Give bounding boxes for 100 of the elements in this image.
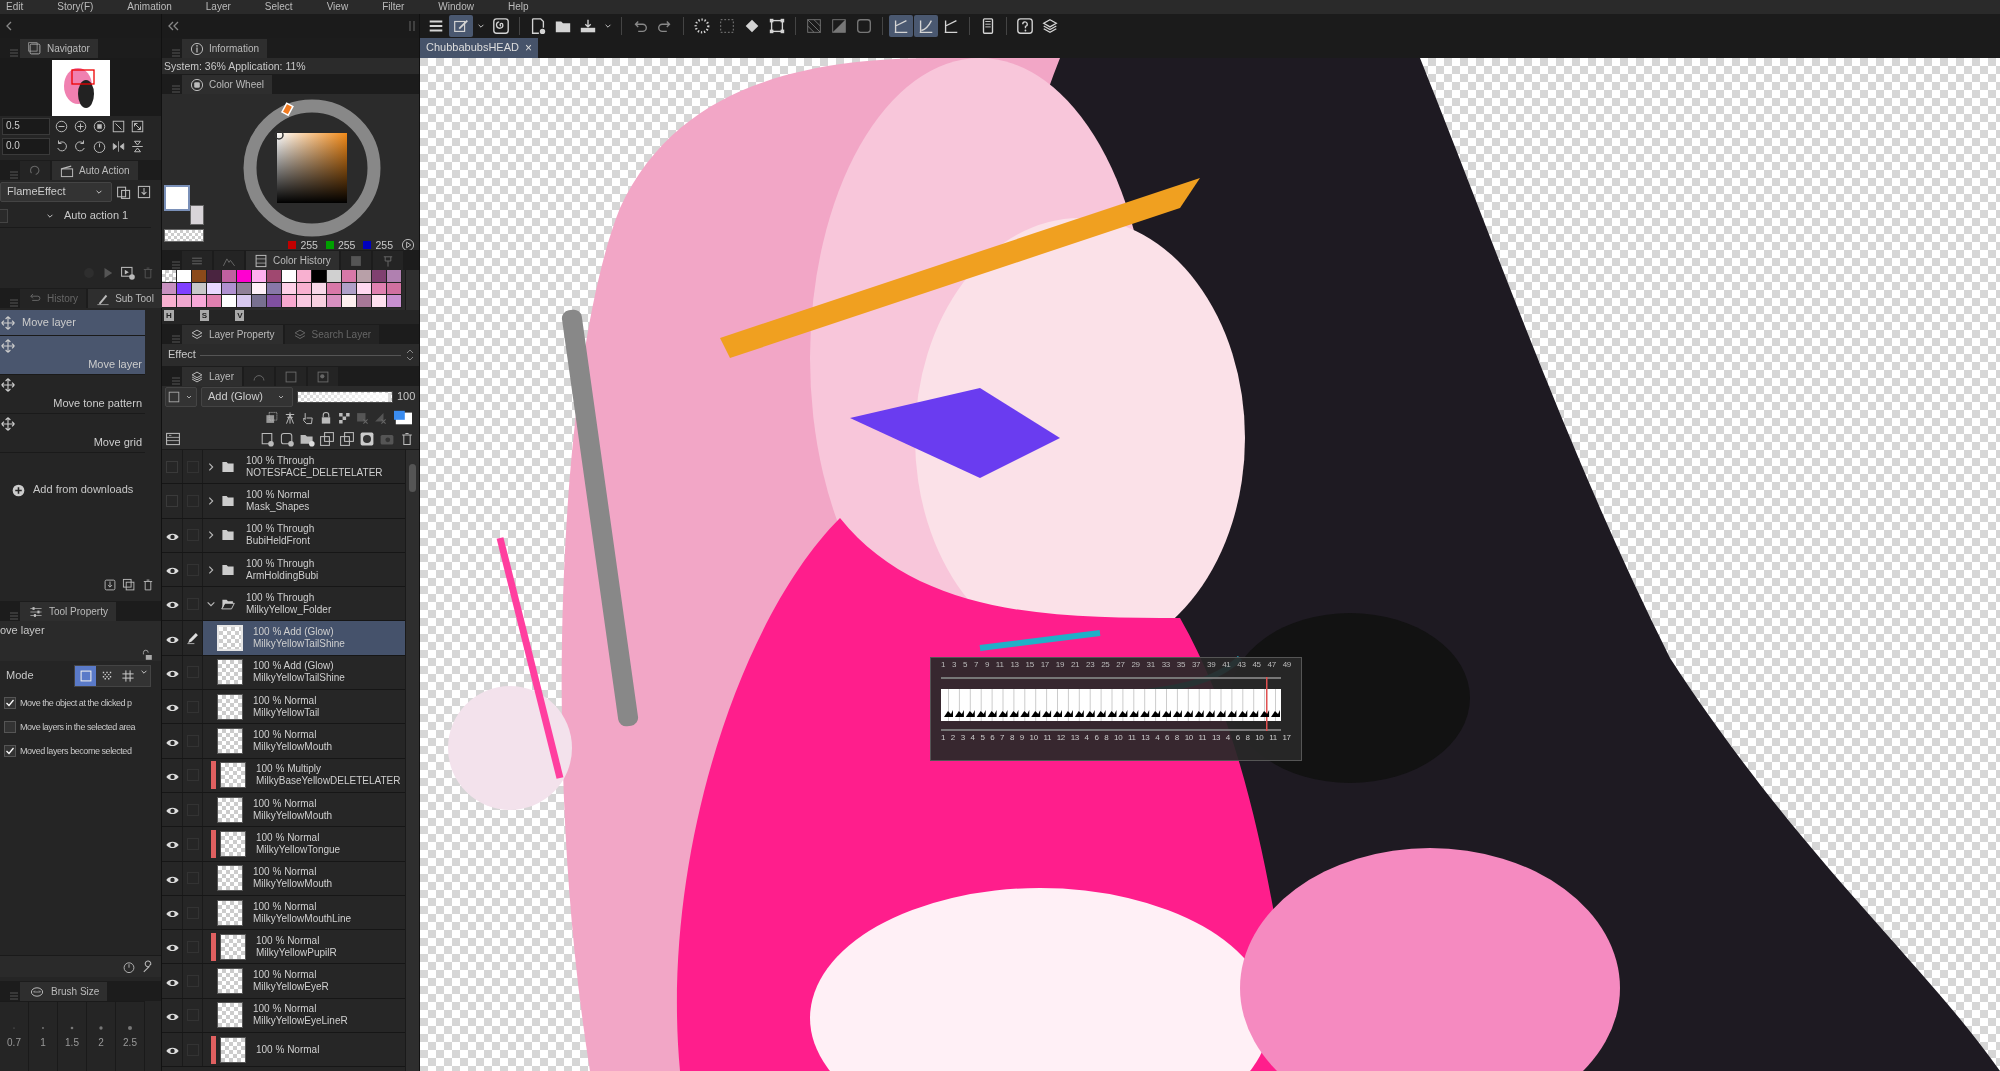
menu-item[interactable]: Window: [438, 0, 474, 14]
layer-name: MilkyYellowEyeR: [253, 981, 329, 994]
layer-item[interactable]: 100 % Normal MilkyYellowTail: [203, 690, 405, 724]
layer-name: MilkyYellowPupilR: [256, 946, 337, 959]
document-tab[interactable]: ChubbabubsHEAD ×: [420, 38, 538, 58]
menu-item[interactable]: Edit: [6, 0, 24, 14]
sub-tool-item[interactable]: Move layer: [0, 336, 145, 375]
frame-number: 33: [1161, 660, 1170, 671]
frame-number: 11: [995, 660, 1004, 671]
sub-tool-label: Move layer: [22, 315, 76, 330]
menu-item[interactable]: Layer: [205, 0, 231, 14]
cel-number: 8: [1104, 733, 1109, 744]
brush-size-value[interactable]: 1: [40, 1036, 46, 1049]
cel-number: 9: [1019, 733, 1024, 744]
add-from-downloads-link[interactable]: Add from downloads: [33, 483, 134, 497]
menu-item[interactable]: Filter: [382, 0, 405, 14]
hsv-toggle[interactable]: S: [199, 310, 210, 321]
cel-number: 4: [1225, 733, 1230, 744]
layer-name: MilkyYellowTailShine: [253, 672, 345, 685]
frame-number: 1: [941, 660, 946, 671]
layer-item[interactable]: 100 % Through ArmHoldingBubi: [203, 552, 405, 587]
layer-item[interactable]: 100 % Through BubiHeldFront: [203, 518, 405, 552]
layer-item[interactable]: 100 % Normal: [203, 1033, 405, 1067]
sub-tool-item[interactable]: Move layer: [0, 310, 145, 336]
panel-tab[interactable]: Tool Property: [20, 602, 116, 621]
panel-tab[interactable]: Auto Action: [52, 161, 138, 180]
cel-number: 10: [1184, 733, 1193, 744]
tool-name: ove layer: [0, 624, 45, 638]
blend-mode-label: 100 % Add (Glow): [253, 660, 335, 673]
menu-item[interactable]: Help: [507, 0, 529, 14]
layer-name: MilkyYellowTail: [253, 706, 320, 719]
blend-mode-label: 100 % Normal: [253, 900, 318, 913]
hsv-toggle[interactable]: H: [164, 310, 174, 321]
zoom-field[interactable]: 0.5: [2, 117, 50, 135]
layer-name: MilkyYellowTongue: [256, 843, 341, 856]
layer-item[interactable]: 100 % Add (Glow) MilkyYellowTailShine: [203, 655, 405, 690]
panel-tab[interactable]: Color Wheel: [182, 75, 273, 94]
option-label: Move layers in the selected area: [20, 721, 136, 733]
layer-item[interactable]: 100 % Normal MilkyYellowMouthLine: [203, 895, 405, 930]
layer-item[interactable]: 100 % Normal MilkyYellowPupilR: [203, 930, 405, 964]
action-name[interactable]: Auto action 1: [64, 208, 129, 223]
blend-mode-label: 100 % Normal: [256, 1043, 320, 1056]
cel-number: 13: [1070, 733, 1079, 744]
cel-number: 1: [941, 733, 946, 744]
layer-name: ArmHoldingBubi: [246, 569, 319, 582]
layer-item[interactable]: 100 % Through MilkyYellow_Folder: [203, 587, 405, 621]
layer-item[interactable]: 100 % Add (Glow) MilkyYellowTailShine: [203, 621, 405, 655]
action-set-dropdown[interactable]: FlameEffect: [0, 182, 112, 202]
layer-item[interactable]: 100 % Normal MilkyYellowMouth: [203, 792, 405, 827]
opacity-value[interactable]: 100: [397, 390, 416, 404]
layer-item[interactable]: 100 % Normal MilkyYellowMouth: [203, 861, 405, 895]
cel-number: 4: [1084, 733, 1089, 744]
zoom-field[interactable]: 0.0: [2, 137, 50, 155]
menu-item[interactable]: Animation: [127, 0, 172, 14]
menu-item[interactable]: Story(F): [57, 0, 94, 14]
frame-number: 23: [1086, 660, 1095, 671]
layer-name: MilkyYellowMouthLine: [253, 912, 351, 925]
sub-tool-item[interactable]: Move grid: [0, 414, 145, 453]
panel-tab[interactable]: Brush Size: [20, 982, 108, 1001]
layer-name: MilkyYellowTailShine: [253, 638, 345, 651]
menu-item[interactable]: Select: [264, 0, 293, 14]
layer-item[interactable]: 100 % Multiply MilkyBaseYellowDELETELATER: [203, 758, 405, 792]
brush-size-value[interactable]: 2.5: [123, 1036, 137, 1049]
blend-mode-label: 100 % Normal: [253, 1003, 318, 1016]
mode-label: Mode: [6, 669, 34, 683]
layer-item[interactable]: 100 % Normal MilkyYellowEyeR: [203, 964, 405, 998]
blend-mode-label: 100 % Through: [246, 523, 315, 536]
cel-number: 4: [1155, 733, 1160, 744]
panel-tab[interactable]: Layer Property: [182, 325, 283, 344]
sub-tool-label: Move layer: [88, 357, 142, 371]
cel-number: 8: [1245, 733, 1250, 744]
blend-mode-label: 100 % Normal: [256, 934, 321, 947]
cel-number: 8: [1174, 733, 1179, 744]
layer-item[interactable]: 100 % Through NOTESFACE_DELETELATER: [203, 450, 405, 484]
panel-tab[interactable]: Sub Tool: [88, 289, 162, 308]
layer-item[interactable]: 100 % Normal MilkyYellowEyeLineR: [203, 998, 405, 1033]
panel-tab[interactable]: Information: [182, 39, 268, 58]
blend-mode-label: 100 % Multiply: [256, 763, 323, 776]
frame-number: 39: [1207, 660, 1216, 671]
layer-item[interactable]: 100 % Normal MilkyYellowTongue: [203, 827, 405, 861]
menu-item[interactable]: View: [326, 0, 349, 14]
frame-number: 21: [1070, 660, 1080, 671]
blend-mode-label: 100 % Normal: [253, 694, 318, 707]
close-tab-button[interactable]: ×: [524, 42, 532, 54]
blend-mode-label: 100 % Normal: [253, 866, 318, 879]
cel-number: 17: [1282, 733, 1291, 744]
sub-tool-item[interactable]: Move tone pattern: [0, 375, 145, 414]
frame-number: 7: [973, 660, 979, 671]
layer-name: MilkyBaseYellowDELETELATER: [256, 775, 401, 788]
panel-tab[interactable]: Navigator: [20, 39, 98, 58]
brush-size-value[interactable]: 1.5: [65, 1036, 79, 1049]
brush-size-value[interactable]: 2: [98, 1036, 104, 1049]
layer-item[interactable]: 100 % Normal Mask_Shapes: [203, 484, 405, 518]
sub-tool-label: Move tone pattern: [53, 396, 142, 410]
blend-mode-label: 100 % Add (Glow): [253, 626, 335, 639]
hsv-toggle[interactable]: V: [235, 310, 245, 321]
layer-item[interactable]: 100 % Normal MilkyYellowMouth: [203, 724, 405, 758]
brush-size-value[interactable]: 0.7: [7, 1036, 21, 1049]
blend-mode-dropdown[interactable]: Add (Glow): [201, 387, 293, 407]
cel-number: 2: [950, 733, 955, 744]
